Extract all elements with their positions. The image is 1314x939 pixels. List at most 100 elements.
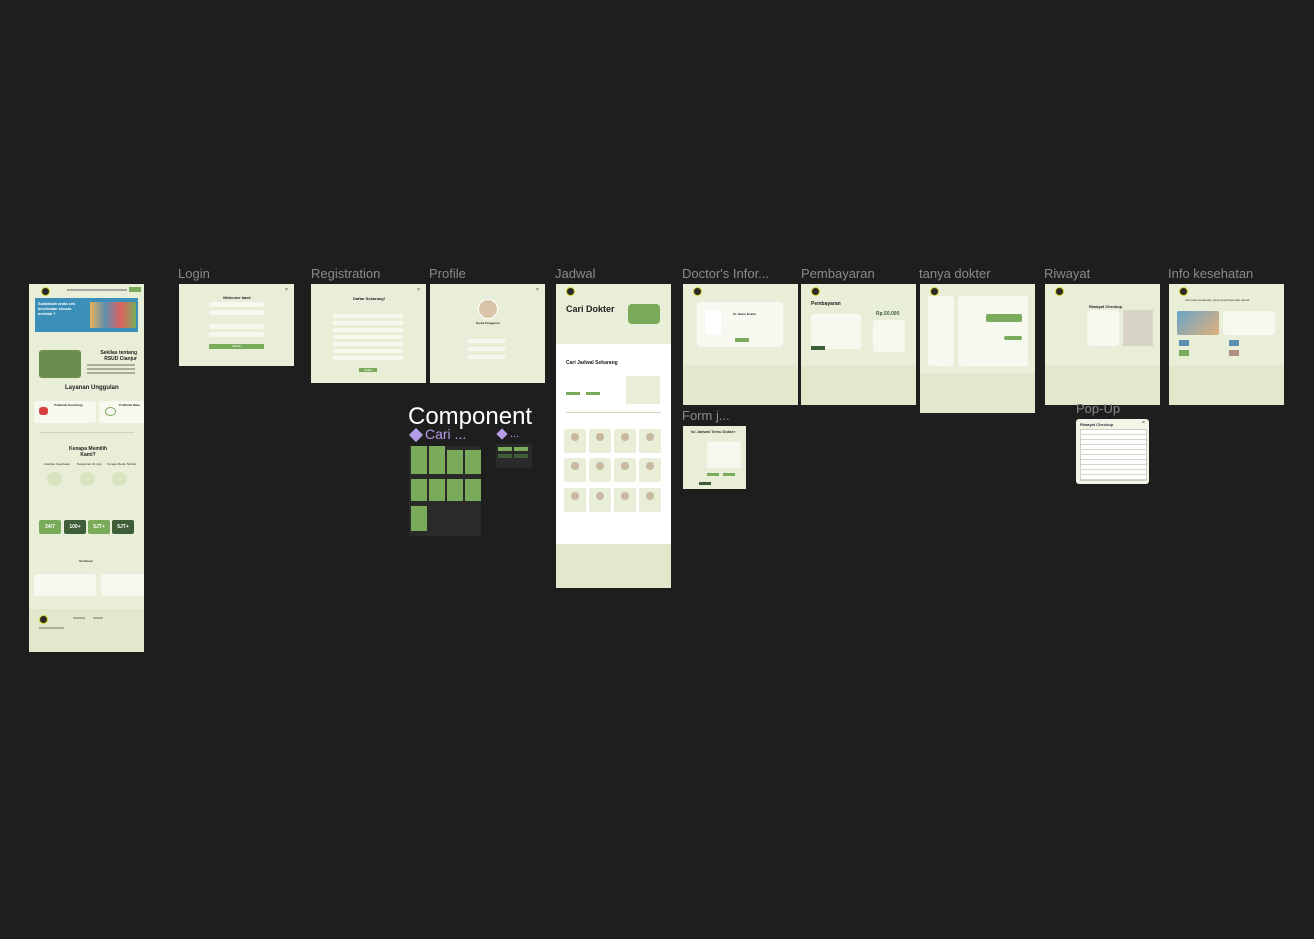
chat-bubble-out (986, 314, 1022, 322)
frame-jadwal[interactable]: Cari Dokter Cari Jadwal Sekarang (556, 284, 671, 588)
info-thumb-1 (1179, 340, 1189, 346)
stat-4: 5JT+ (112, 520, 134, 534)
stat-3: 5JT+ (88, 520, 110, 534)
payment-form[interactable] (811, 314, 861, 349)
frame-doctors-info[interactable]: Dr. Nama Dokter (683, 284, 798, 405)
close-icon[interactable]: × (1142, 420, 1145, 426)
reg-field-6[interactable] (333, 349, 403, 353)
doctor-card[interactable] (589, 429, 611, 453)
form-submit-button[interactable] (707, 473, 719, 476)
chat-footer (920, 373, 1035, 413)
reg-field-3[interactable] (333, 328, 403, 332)
layanan-card-1[interactable]: Poliklinik Kardiologi (34, 401, 96, 423)
layanan-2-label: Poliklinik Mata (119, 403, 140, 407)
form-title: Isi Jadwal Temu Dokter (691, 429, 736, 434)
frame-popup[interactable]: Riwayat Checkup × (1076, 419, 1149, 484)
chat-sidebar[interactable] (928, 296, 954, 366)
phone-field[interactable] (209, 324, 264, 329)
hospital-photo (39, 350, 81, 378)
filter-button-1[interactable] (566, 392, 580, 395)
layanan-card-2[interactable]: Poliklinik Mata (99, 401, 144, 423)
info-article-1[interactable] (1223, 311, 1275, 335)
logo-icon (41, 287, 50, 296)
close-icon[interactable]: × (536, 287, 539, 293)
reg-field-7[interactable] (333, 356, 403, 360)
profile-field-2[interactable] (468, 347, 506, 351)
doctor-card[interactable] (639, 429, 661, 453)
doctor-avatar (596, 491, 604, 500)
reg-field-5[interactable] (333, 342, 403, 346)
doctor-card: Dr. Nama Dokter (697, 302, 783, 347)
register-button[interactable]: Daftar (359, 368, 377, 372)
doctor-card[interactable] (564, 429, 586, 453)
frame-login[interactable]: × Welcome back Masuk (179, 284, 294, 366)
frame-registration[interactable]: × Daftar Sekarang! Daftar (311, 284, 426, 383)
close-icon[interactable]: × (417, 287, 420, 293)
frame-home[interactable]: Sudahkah anda cek kesehatan secara berka… (29, 284, 144, 652)
frame-riwayat[interactable]: Riwayat Checkup (1045, 284, 1160, 405)
doctor-card[interactable] (564, 458, 586, 483)
component-buttons (496, 444, 532, 468)
registration-title: Daftar Sekarang! (353, 296, 386, 301)
doctor-avatar (571, 462, 579, 471)
logo-icon (930, 287, 939, 296)
layanan-1-label: Poliklinik Kardiologi (54, 403, 83, 407)
frame-profile[interactable]: × Nama Pengguna (430, 284, 545, 383)
frame-label-popup: Pop-Up (1076, 401, 1121, 416)
pay-button[interactable] (811, 346, 825, 350)
email-field[interactable] (209, 310, 264, 315)
jadwal-hero: Cari Dokter (556, 284, 671, 344)
info-footer (1169, 365, 1284, 405)
frame-pembayaran[interactable]: Pembayaran Rp.50.000 (801, 284, 916, 405)
book-button[interactable] (735, 338, 749, 342)
form-calendar[interactable] (707, 442, 741, 468)
frame-label-doctors-info: Doctor's Infor... (682, 266, 770, 281)
reg-field-1[interactable] (333, 314, 403, 318)
doctor-illustration (628, 304, 660, 324)
form-cancel-button[interactable] (723, 473, 735, 476)
doctor-grid (564, 429, 664, 514)
feature-1-icon (47, 472, 62, 486)
heart-icon (39, 407, 48, 415)
login-title: Welcome back (223, 295, 251, 300)
logo-icon (693, 287, 702, 296)
password-field[interactable] (209, 332, 264, 337)
component-more-label: ... (496, 428, 519, 440)
frame-tanya-dokter[interactable] (920, 284, 1035, 413)
pembayaran-title: Pembayaran (811, 301, 841, 307)
doctor-card[interactable] (614, 458, 636, 483)
calendar-widget[interactable] (626, 376, 660, 404)
profile-field-3[interactable] (468, 355, 506, 359)
nav-links (67, 289, 127, 291)
login-submit-button[interactable]: Masuk (209, 344, 264, 349)
reg-field-4[interactable] (333, 335, 403, 339)
profile-field-1[interactable] (468, 339, 506, 343)
doctor-card[interactable] (589, 458, 611, 483)
testimoni-card-2 (101, 574, 144, 596)
chat-window (958, 296, 1028, 366)
jadwal-footer (556, 544, 671, 588)
eye-icon (105, 407, 116, 416)
doctor-card[interactable] (639, 458, 661, 483)
doctor-card[interactable] (614, 429, 636, 453)
doctor-card[interactable] (614, 487, 636, 512)
username-field[interactable] (209, 302, 264, 307)
filter-button-2[interactable] (586, 392, 600, 395)
close-icon[interactable]: × (285, 287, 288, 293)
testimoni-card-1 (34, 574, 96, 596)
doctor-avatar (621, 491, 629, 500)
component-icon (408, 428, 424, 443)
footer-logo-icon (39, 615, 48, 624)
form-back-button[interactable] (699, 482, 711, 485)
reg-field-2[interactable] (333, 321, 403, 325)
doctor-card[interactable] (639, 487, 661, 512)
doctor-card[interactable] (564, 487, 586, 512)
doctor-card[interactable] (589, 487, 611, 512)
login-button[interactable] (129, 287, 141, 292)
doctor-avatar (596, 433, 604, 441)
popup-table (1080, 429, 1147, 481)
frame-form[interactable]: Isi Jadwal Temu Dokter (683, 426, 746, 489)
frame-info-kesehatan[interactable]: Informasi kesehatan yang terpercaya dan … (1169, 284, 1284, 405)
doctor-photo (705, 310, 721, 334)
logo-icon (811, 287, 820, 296)
